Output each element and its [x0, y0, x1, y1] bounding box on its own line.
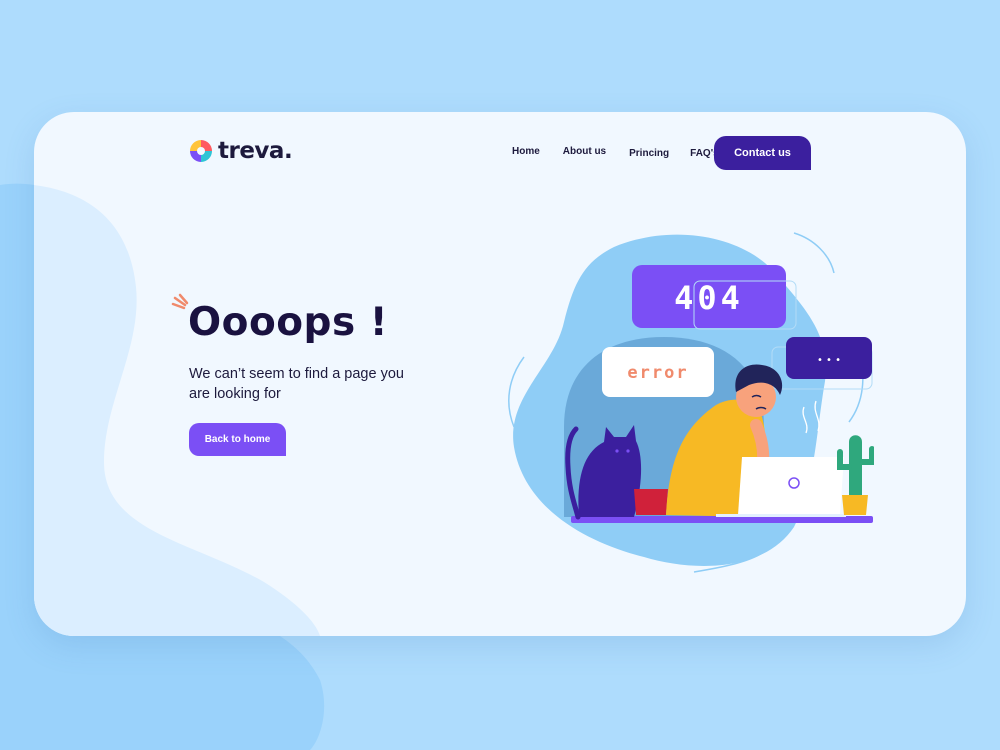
- error-illustration: 404 error • • •: [508, 232, 874, 573]
- page-subtext: We can’t seem to find a page you are loo…: [189, 366, 404, 402]
- treva-logo-icon: [190, 140, 212, 162]
- back-to-home-button[interactable]: Back to home: [189, 423, 286, 456]
- brand-name: treva.: [218, 138, 293, 164]
- bubble-404-label: 404: [674, 279, 744, 317]
- brand-logo[interactable]: treva.: [188, 138, 293, 164]
- contact-us-button[interactable]: Contact us: [714, 136, 811, 170]
- main-card: treva. Home About us Princing FAQ's Cont…: [34, 112, 966, 636]
- bubble-error-label: error: [627, 363, 688, 383]
- nav-link-pricing[interactable]: Princing: [629, 148, 669, 159]
- page-headline: Oooops !: [188, 300, 389, 345]
- main-nav: Home About us Princing FAQ's: [512, 146, 719, 159]
- bubble-dots-label: • • •: [817, 355, 841, 366]
- nav-link-home[interactable]: Home: [512, 146, 540, 159]
- nav-link-about[interactable]: About us: [563, 146, 606, 159]
